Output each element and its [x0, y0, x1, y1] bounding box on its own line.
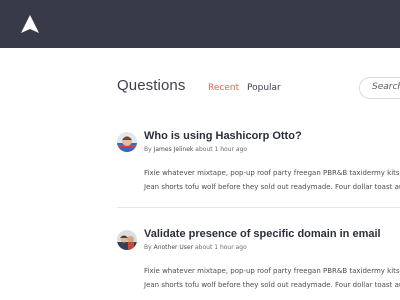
excerpt-line: Jean shorts tofu wolf before they sold o… — [144, 183, 400, 191]
question-title[interactable]: Who is using Hashicorp Otto? — [144, 130, 302, 142]
avatar[interactable] — [117, 132, 137, 152]
question-meta: By James Jelinek about 1 hour ago — [144, 146, 247, 153]
search-input[interactable] — [372, 82, 400, 92]
question-excerpt: Fixie whatever mixtape, pop-up roof part… — [144, 166, 400, 194]
question-title[interactable]: Validate presence of specific domain in … — [144, 228, 381, 240]
author-prefix: By — [144, 244, 152, 251]
top-navbar — [0, 0, 400, 48]
tab-popular[interactable]: Popular — [247, 83, 281, 93]
excerpt-line: Jean shorts tofu wolf before they sold o… — [144, 281, 400, 289]
avatar[interactable] — [117, 230, 137, 250]
search-box[interactable] — [359, 77, 400, 99]
author-name[interactable]: James Jelinek — [154, 146, 194, 153]
author-name[interactable]: Another User — [154, 244, 193, 251]
page-title: Questions — [117, 77, 186, 94]
tab-recent[interactable]: Recent — [208, 83, 239, 93]
arrow-logo-icon[interactable] — [20, 14, 40, 34]
divider — [117, 207, 400, 208]
post-time: about 1 hour ago — [195, 146, 248, 153]
question-meta: By Another User about 1 hour ago — [144, 244, 247, 251]
excerpt-line: Fixie whatever mixtape, pop-up roof part… — [144, 169, 400, 177]
question-excerpt: Fixie whatever mixtape, pop-up roof part… — [144, 264, 400, 292]
excerpt-line: Fixie whatever mixtape, pop-up roof part… — [144, 267, 400, 275]
author-prefix: By — [144, 146, 152, 153]
post-time: about 1 hour ago — [195, 244, 247, 251]
